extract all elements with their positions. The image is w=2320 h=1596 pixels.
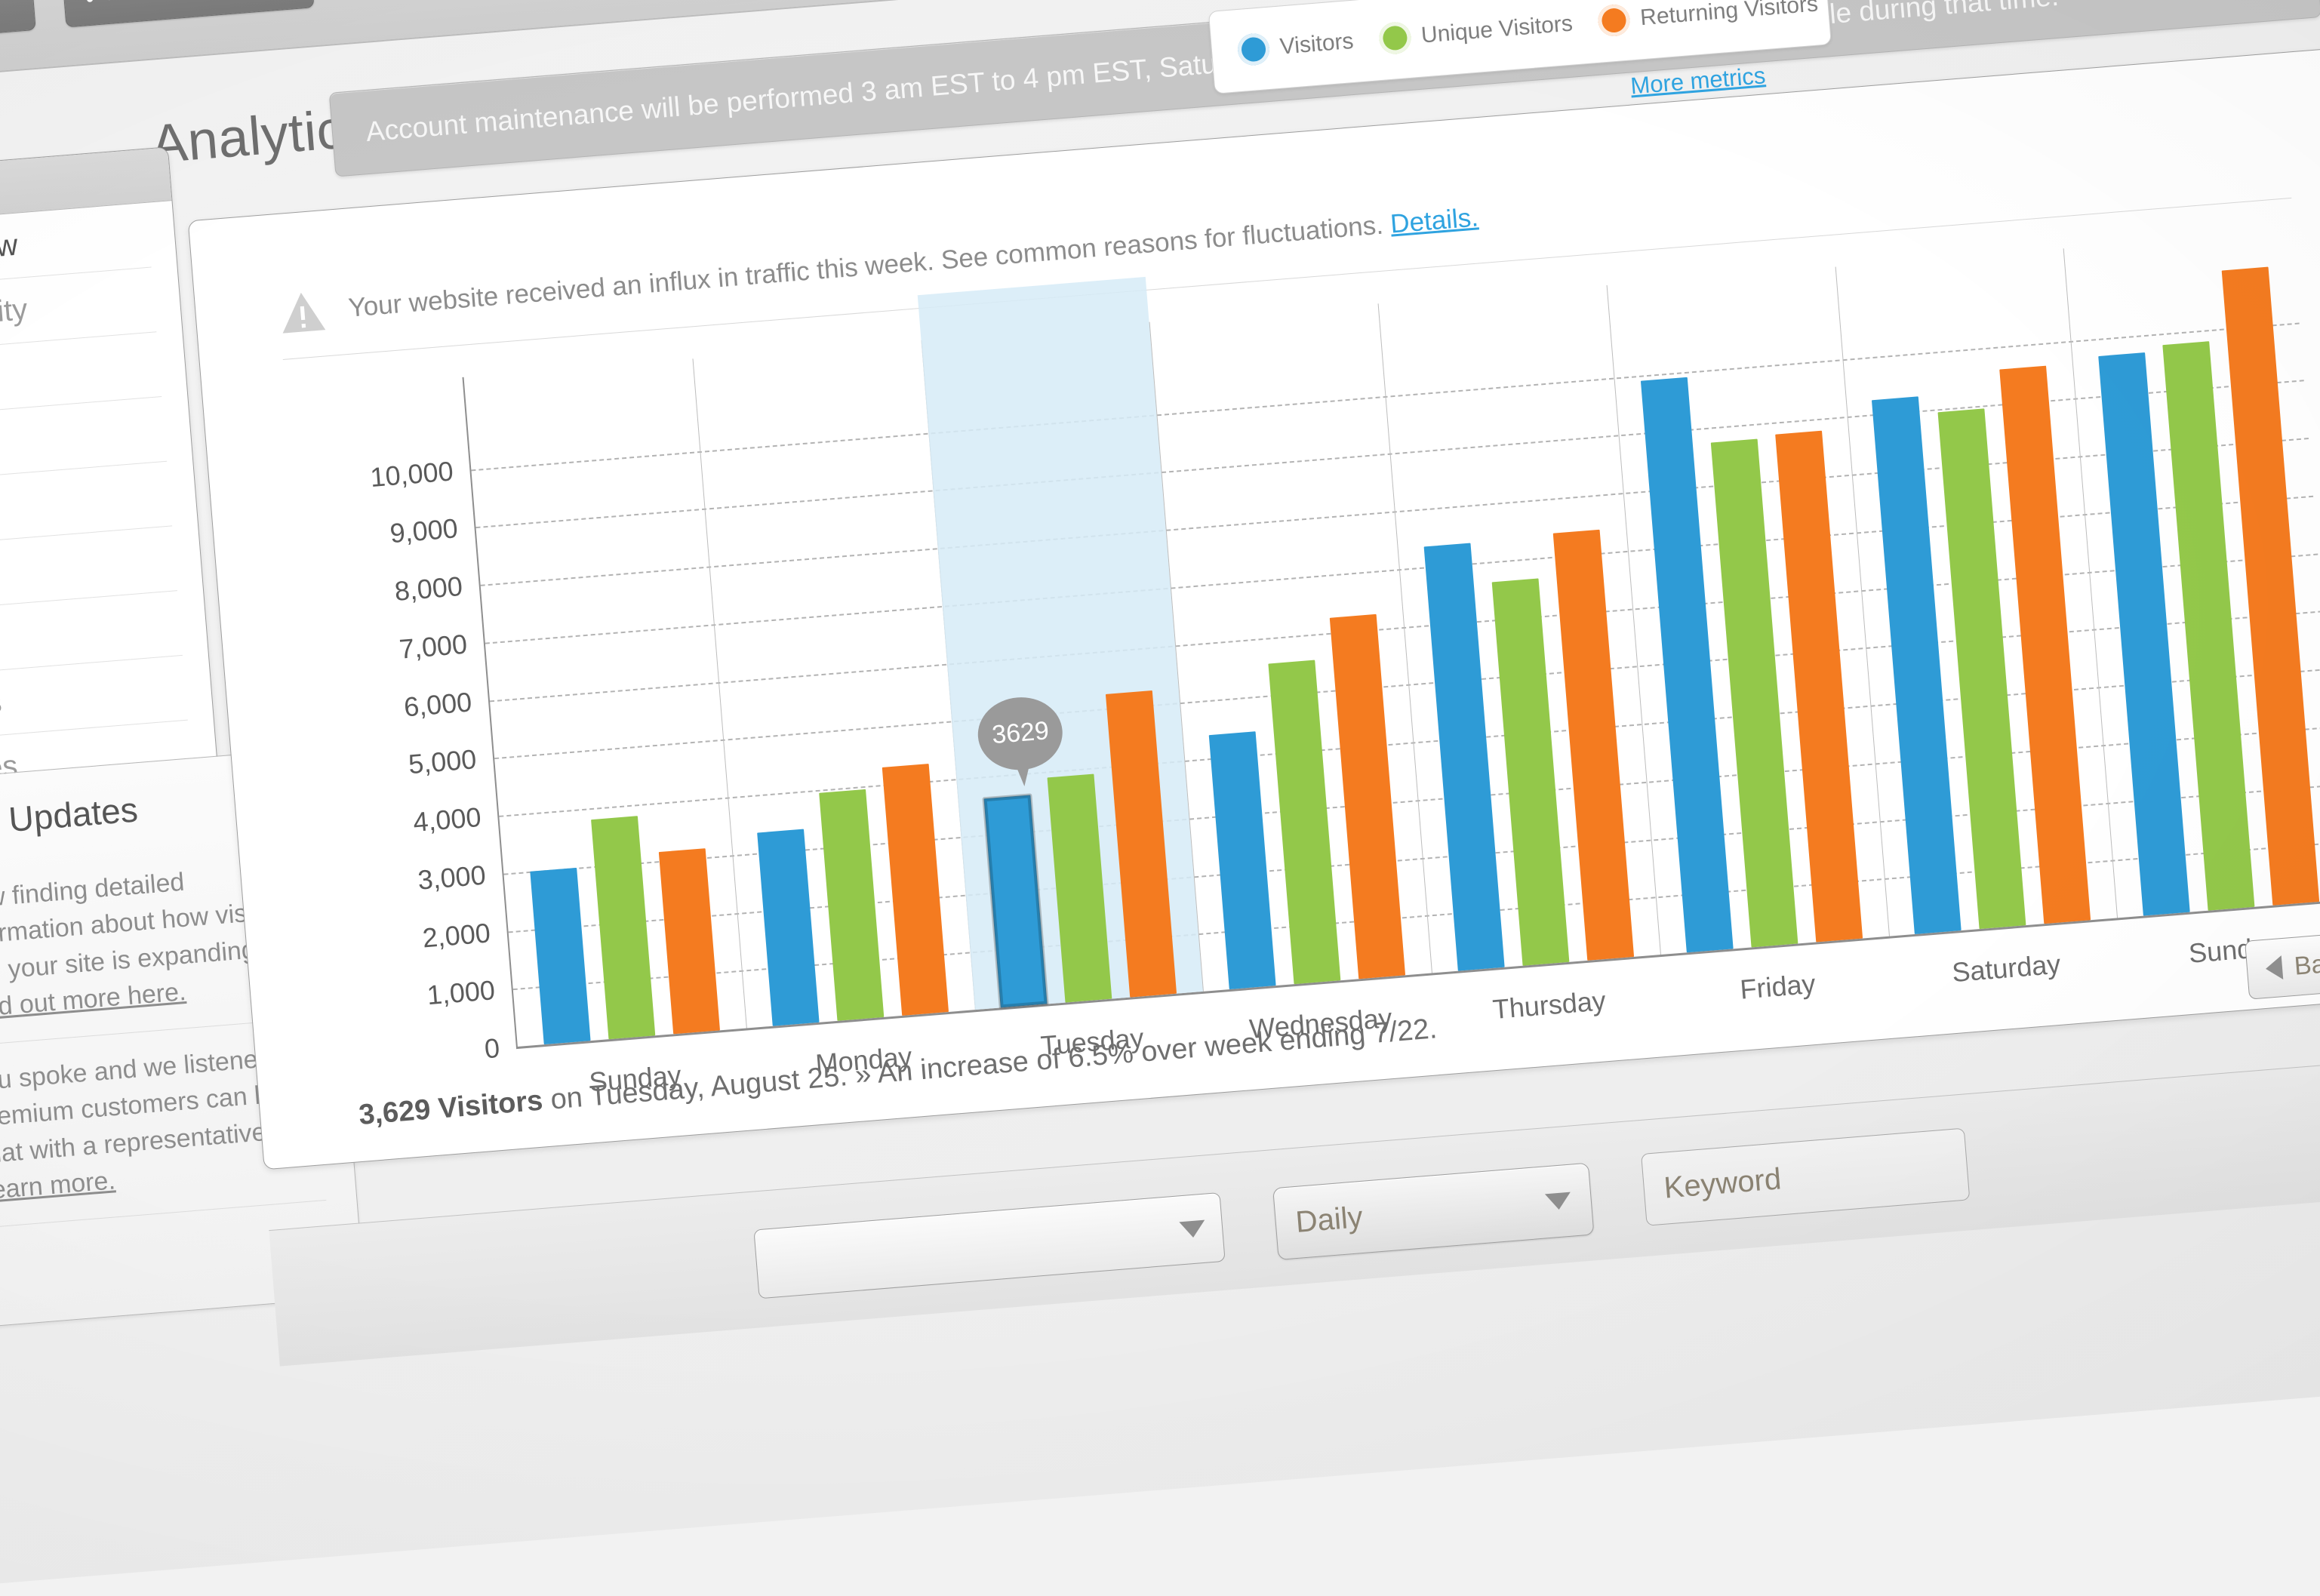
- bar-returning-visitors[interactable]: [1552, 530, 1634, 961]
- bar-returning-visitors[interactable]: [1329, 614, 1406, 979]
- account-update-body: You spoke and we listened. Premium custo…: [0, 1043, 294, 1170]
- y-axis-tick-label: 8,000: [393, 570, 464, 607]
- bar-visitors[interactable]: [530, 867, 591, 1045]
- y-axis-tick-label: 10,000: [368, 455, 455, 493]
- app-stage: te Transpose Show Results: Daily Analyti…: [0, 0, 2320, 1594]
- y-axis-tick-label: 1,000: [426, 974, 497, 1011]
- value-tooltip-label: 3629: [990, 716, 1051, 750]
- legend-swatch-icon: [1596, 3, 1632, 38]
- chevron-down-icon: [1179, 1219, 1206, 1239]
- bar-unique-visitors[interactable]: [818, 789, 884, 1021]
- find-out-more-link[interactable]: Find out more here.: [0, 977, 187, 1024]
- bar-visitors[interactable]: [1208, 731, 1276, 990]
- bar-returning-visitors[interactable]: [882, 764, 949, 1016]
- bar-unique-visitors[interactable]: [1047, 773, 1112, 1003]
- bar-unique-visitors[interactable]: [590, 816, 656, 1040]
- bar-chart-plot[interactable]: 10,000 9,000 8,000 7,000 6,000 5,000 4,000 3,00…: [369, 229, 2320, 1097]
- y-axis-tick-label: 6,000: [402, 686, 473, 723]
- transpose-icon: [87, 0, 115, 2]
- legend-item-visitors[interactable]: Visitors: [1236, 26, 1355, 67]
- x-axis-tick-label: Saturday: [1950, 948, 2062, 989]
- y-axis-tick-label: 5,000: [407, 743, 478, 780]
- bar-returning-visitors[interactable]: [658, 848, 720, 1035]
- chevron-left-icon: [2264, 955, 2284, 981]
- sidebar-item-label: Recent Visitors: [0, 685, 4, 734]
- wide-select[interactable]: [753, 1192, 1226, 1299]
- chart-notice-text: Your website received an influx in traff…: [347, 202, 1479, 323]
- chevron-down-icon: [1544, 1192, 1572, 1211]
- y-axis-tick-label: 9,000: [389, 512, 460, 549]
- chart-notice-body: Your website received an influx in traff…: [347, 209, 1392, 323]
- chart-panel: Your website received an influx in traff…: [187, 45, 2320, 1170]
- back-button-label: Back: [2293, 947, 2320, 981]
- sidebar-item-label: Country, State, City: [0, 292, 29, 346]
- keyword-value: Keyword: [1663, 1161, 1783, 1205]
- bar-unique-visitors[interactable]: [1491, 578, 1570, 966]
- x-axis-tick-label: Friday: [1738, 967, 1817, 1005]
- legend-item-label: Visitors: [1278, 28, 1355, 60]
- warning-icon: [282, 292, 326, 334]
- granularity-value: Daily: [1294, 1200, 1365, 1239]
- y-axis-tick-label: 3,000: [417, 859, 488, 896]
- bar-returning-visitors[interactable]: [1106, 690, 1177, 998]
- keyword-input[interactable]: Keyword: [1641, 1127, 1971, 1226]
- legend-swatch-icon: [1377, 20, 1412, 56]
- transpose-button-label: Transpose: [129, 0, 273, 3]
- bar-visitors[interactable]: [982, 792, 1050, 1010]
- y-axis-tick-label: 2,000: [421, 916, 492, 954]
- legend-item-label: Unique Visitors: [1420, 11, 1574, 48]
- bar-visitors[interactable]: [756, 829, 820, 1026]
- toolbar-button-partial[interactable]: te: [0, 0, 36, 43]
- granularity-select[interactable]: Daily: [1272, 1162, 1595, 1261]
- bar-unique-visitors[interactable]: [1268, 660, 1341, 985]
- bar-visitors[interactable]: [1423, 543, 1505, 971]
- y-axis-tick-label: 0: [483, 1032, 501, 1065]
- legend-swatch-icon: [1236, 32, 1271, 67]
- learn-more-link[interactable]: Learn more.: [0, 1166, 116, 1206]
- details-link[interactable]: Details.: [1389, 202, 1479, 238]
- y-axis-tick-label: 7,000: [398, 628, 469, 665]
- transpose-button[interactable]: Transpose: [60, 0, 315, 28]
- y-axis-tick-label: 4,000: [411, 801, 482, 838]
- legend-item-returning-visitors[interactable]: Returning Visitors: [1596, 0, 1820, 38]
- x-axis-tick-label: Thursday: [1491, 985, 1608, 1026]
- legend-item-unique-visitors[interactable]: Unique Visitors: [1377, 8, 1574, 56]
- sidebar-item-label: Analytics Overview: [0, 228, 20, 282]
- back-button[interactable]: Back: [2245, 930, 2320, 1000]
- legend-item-label: Returning Visitors: [1639, 0, 1820, 31]
- chart-summary-value: 3,629 Visitors: [357, 1084, 544, 1132]
